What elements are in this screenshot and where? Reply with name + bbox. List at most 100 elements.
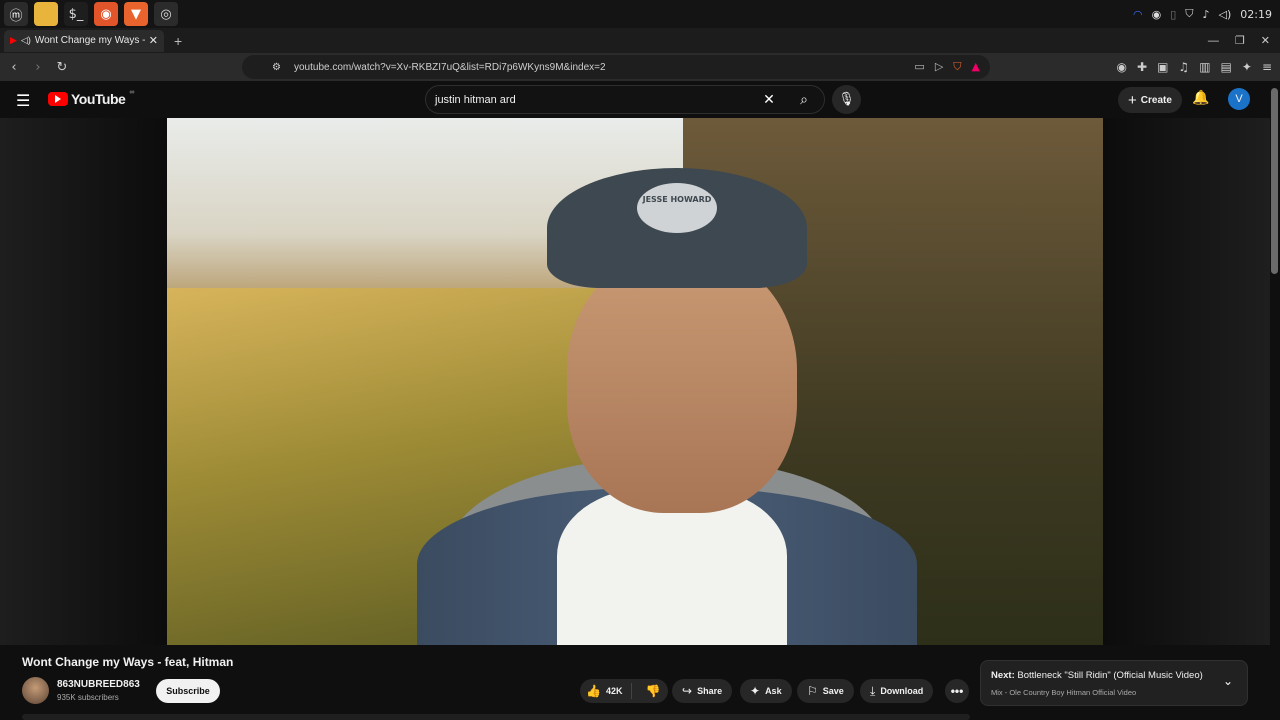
video-player[interactable]: JESSE HOWARD <box>0 118 1270 645</box>
more-actions-icon[interactable]: ••• <box>945 679 969 703</box>
volume-icon[interactable]: ◁) <box>1219 8 1232 21</box>
youtube-logo[interactable]: YouTube ∞ <box>48 88 135 107</box>
logo-text: YouTube <box>71 91 126 107</box>
tab-youtube[interactable]: ▶ ◁) Wont Change my Ways - fe ✕ <box>4 29 164 52</box>
up-next-title: Bottleneck "Still Ridin" (Official Music… <box>1017 670 1203 681</box>
extensions-area: ◉ ✚ ▣ ♫ ▥ ▤ ✦ ≡ <box>1117 53 1272 81</box>
url-text: youtube.com/watch?v=Xv-RKBZI7uQ&list=RDi… <box>294 61 606 73</box>
video-title: Wont Change my Ways - feat, Hitman <box>22 655 234 669</box>
brave-shields-icon[interactable]: ⛉ <box>953 60 961 74</box>
notifications-bell-icon[interactable]: 🔔 <box>1192 90 1209 106</box>
share-label: Share <box>697 686 723 696</box>
back-icon[interactable]: ‹ <box>4 60 24 75</box>
extension-icon[interactable]: ◉ <box>1117 60 1127 74</box>
maximize-icon[interactable]: ❐ <box>1235 34 1245 47</box>
chromium-icon[interactable]: ◎ <box>154 2 178 26</box>
brave-icon[interactable]: ▼ <box>124 2 148 26</box>
thumbs-up-icon: 👍 <box>586 684 601 698</box>
guide-menu-icon[interactable]: ☰ <box>16 91 30 110</box>
obs-icon[interactable]: ◉ <box>1152 8 1162 21</box>
drive-icon[interactable]: ▯ <box>1170 8 1176 21</box>
clock[interactable]: 02:19 <box>1240 8 1272 21</box>
audio-playing-icon[interactable]: ◁) <box>21 35 31 46</box>
ask-label: Ask <box>765 686 782 696</box>
clear-search-icon[interactable]: ✕ <box>754 92 784 108</box>
media-icon[interactable]: ♫ <box>1178 60 1189 74</box>
system-tray: ◠ ◉ ▯ ⛉ ♪ ◁) 02:19 <box>1133 0 1272 28</box>
vpn-icon[interactable]: ◠ <box>1133 8 1143 21</box>
close-window-icon[interactable]: ✕ <box>1261 34 1270 47</box>
browser-toolbar: ‹ › ↻ ⚑ ⚙ youtube.com/watch?v=Xv-RKBZI7u… <box>0 53 1280 81</box>
description-panel-edge <box>22 714 970 720</box>
youtube-favicon-icon: ▶ <box>10 35 17 45</box>
search-input[interactable]: justin hitman ard <box>435 94 754 106</box>
sidebar-icon[interactable]: ▥ <box>1199 60 1210 74</box>
minimize-icon[interactable]: — <box>1208 35 1219 47</box>
ambient-left <box>0 118 167 645</box>
up-next-title-line: Next: Bottleneck "Still Ridin" (Official… <box>991 670 1203 681</box>
up-next-subtitle: Mix - Ole Country Boy Hitman Official Vi… <box>991 688 1137 697</box>
puzzle-icon[interactable]: ✚ <box>1137 60 1147 74</box>
send-icon[interactable]: ▷ <box>935 60 943 74</box>
ambient-right <box>1103 118 1270 645</box>
window-controls: — ❐ ✕ <box>1208 28 1270 53</box>
address-bar-actions: ▭ ▷ ⛉ ▲ <box>914 60 980 74</box>
like-count: 42K <box>605 686 623 696</box>
up-next-card[interactable]: Next: Bottleneck "Still Ridin" (Official… <box>980 660 1248 706</box>
close-tab-icon[interactable]: ✕ <box>149 34 158 47</box>
taskbar-apps: ⓜ ▬ $_ ◉ ▼ ◎ <box>0 2 178 26</box>
youtube-header: ☰ YouTube ∞ justin hitman ard ✕ ⌕ 🎙 + Cr… <box>0 81 1280 118</box>
share-icon: ↪ <box>682 684 693 698</box>
firefox-icon[interactable]: ◉ <box>94 2 118 26</box>
mint-menu-icon[interactable]: ⓜ <box>4 2 28 26</box>
site-info-icon[interactable]: ⚙ <box>272 62 281 73</box>
new-tab-button[interactable]: + <box>174 33 182 49</box>
logo-sup: ∞ <box>129 88 135 96</box>
page-scrollbar[interactable] <box>1271 88 1278 274</box>
files-icon[interactable]: ▬ <box>34 2 58 26</box>
share-button[interactable]: ↪ Share <box>672 679 733 703</box>
browser-tab-strip: ▶ ◁) Wont Change my Ways - fe ✕ + <box>0 28 1280 53</box>
create-label: Create <box>1140 94 1172 106</box>
subscriber-count: 935K subscribers <box>57 693 119 702</box>
channel-avatar[interactable] <box>22 677 49 704</box>
menu-icon[interactable]: ≡ <box>1262 60 1272 74</box>
create-button[interactable]: + Create <box>1118 87 1182 113</box>
ask-button[interactable]: ✦ Ask <box>740 679 792 703</box>
channel-name[interactable]: 863NUBREED863 <box>57 679 140 690</box>
forward-icon[interactable]: › <box>28 60 48 75</box>
like-dislike-group: 👍 42K 👎 <box>580 679 668 703</box>
shield-icon[interactable]: ⛉ <box>1185 7 1193 21</box>
reload-icon[interactable]: ↻ <box>52 60 72 75</box>
thumbs-down-icon: 👎 <box>645 684 661 698</box>
save-button[interactable]: ⚐ Save <box>797 679 854 703</box>
address-bar[interactable]: ⚙ youtube.com/watch?v=Xv-RKBZI7uQ&list=R… <box>242 55 990 79</box>
video-person: JESSE HOWARD <box>407 158 927 645</box>
youtube-play-icon <box>48 92 68 106</box>
wallet-icon[interactable]: ▤ <box>1221 60 1232 74</box>
os-taskbar: ⓜ ▬ $_ ◉ ▼ ◎ ◠ ◉ ▯ ⛉ ♪ ◁) 02:19 <box>0 0 1280 28</box>
cast-icon[interactable]: ▭ <box>914 60 924 74</box>
tab-title: Wont Change my Ways - fe <box>34 35 145 46</box>
search-box[interactable]: justin hitman ard ✕ ⌕ <box>425 85 825 114</box>
download-label: Download <box>880 686 924 696</box>
search-icon[interactable]: ⌕ <box>784 92 824 108</box>
head <box>567 253 797 513</box>
cap-logo: JESSE HOWARD <box>637 183 717 233</box>
save-label: Save <box>822 686 844 696</box>
dislike-button[interactable]: 👎 <box>637 684 668 698</box>
terminal-icon[interactable]: $_ <box>64 2 88 26</box>
leo-icon[interactable]: ✦ <box>1242 60 1252 74</box>
download-icon: ⤓ <box>870 683 876 698</box>
video-frame[interactable]: JESSE HOWARD <box>167 118 1103 645</box>
account-avatar[interactable]: V <box>1228 88 1250 110</box>
like-button[interactable]: 👍 42K <box>580 683 633 699</box>
voice-search-icon[interactable]: 🎙 <box>832 85 861 114</box>
subscribe-button[interactable]: Subscribe <box>156 679 220 703</box>
plus-icon: + <box>1128 91 1137 109</box>
download-button[interactable]: ⤓ Download <box>860 679 934 703</box>
notification-tray-icon[interactable]: ♪ <box>1203 8 1210 21</box>
chevron-down-icon[interactable]: ⌄ <box>1223 674 1233 688</box>
brave-rewards-icon[interactable]: ▲ <box>972 60 980 74</box>
screenshot-icon[interactable]: ▣ <box>1157 60 1168 74</box>
